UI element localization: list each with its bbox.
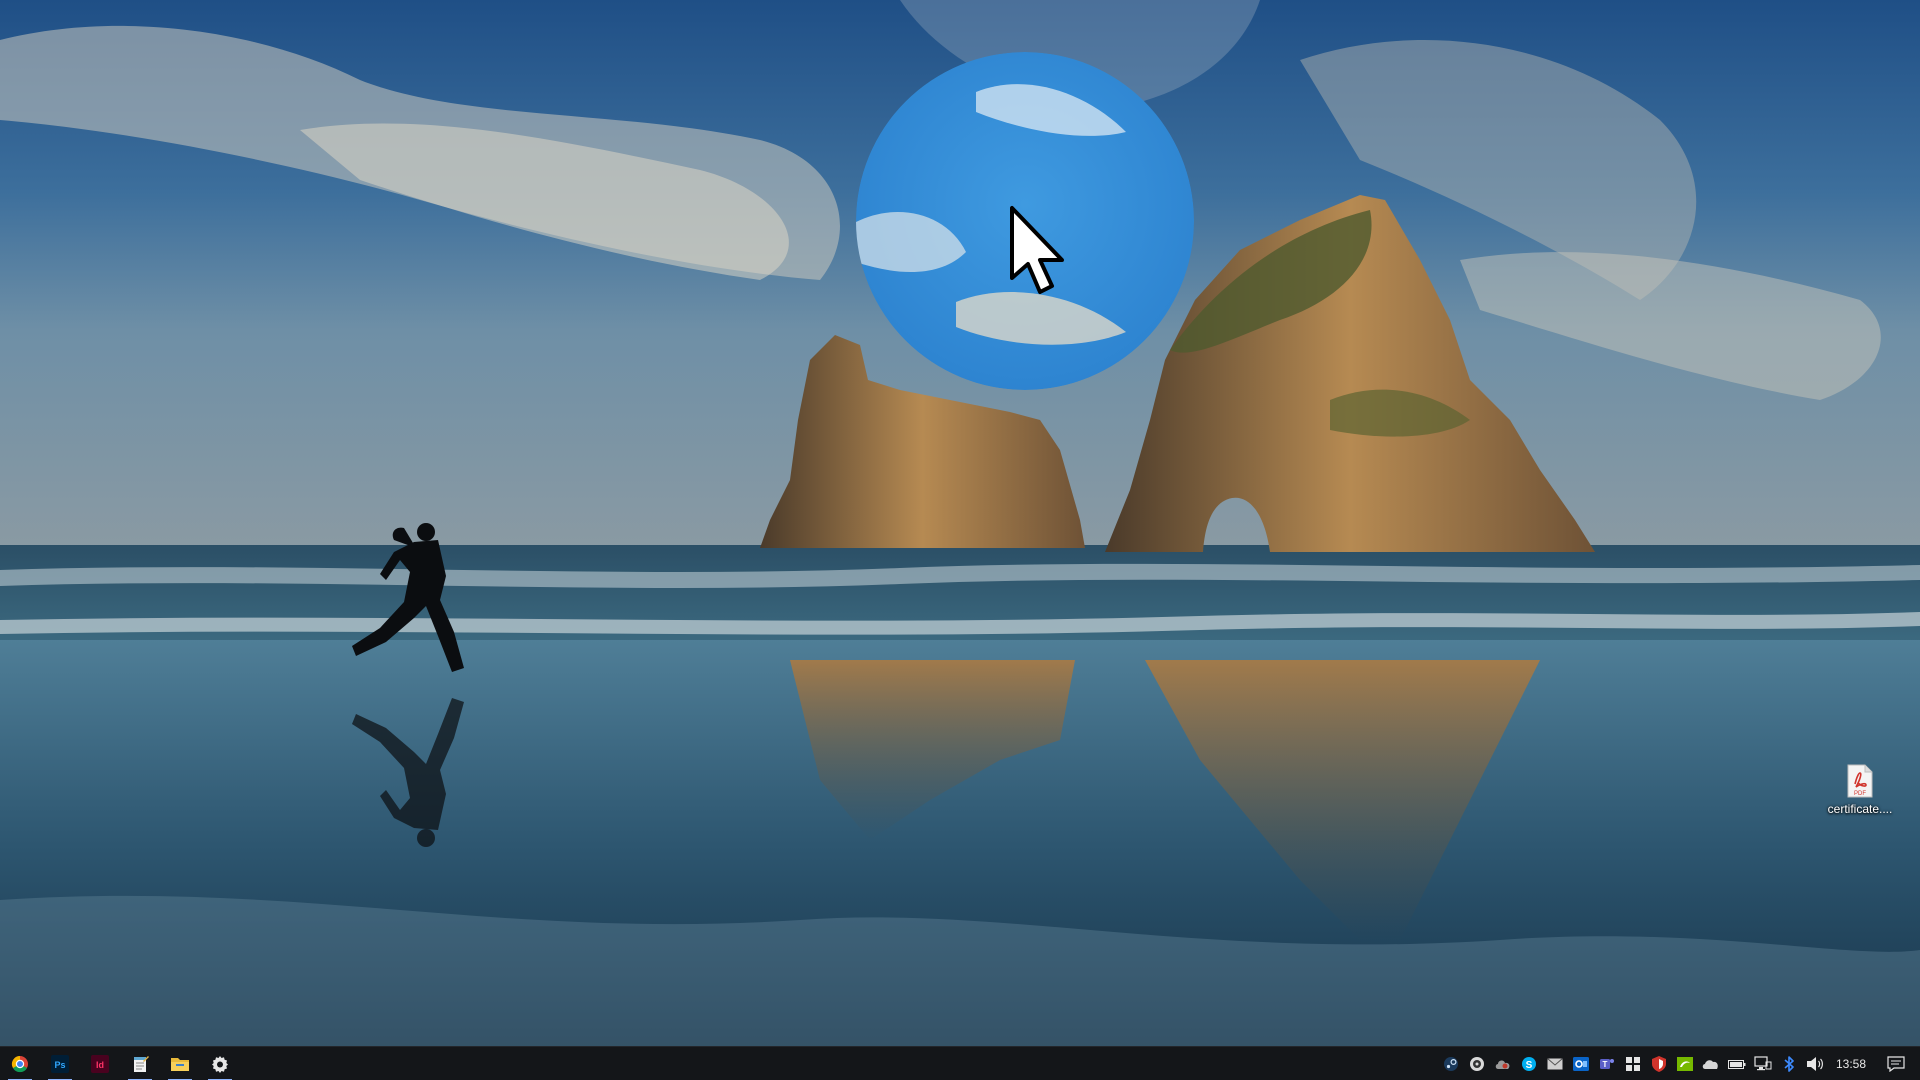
taskbar-settings[interactable]	[200, 1047, 240, 1080]
tray-mail[interactable]	[1542, 1047, 1568, 1080]
tray-steam[interactable]	[1438, 1047, 1464, 1080]
action-center-icon	[1887, 1056, 1905, 1072]
chrome-icon	[11, 1055, 28, 1073]
tray-outlook[interactable]	[1568, 1047, 1594, 1080]
taskbar-chrome[interactable]	[0, 1047, 40, 1080]
taskbar: Ps Id S T 13:58	[0, 1046, 1920, 1080]
pdf-badge: PDF	[1854, 791, 1866, 797]
tray-skype[interactable]: S	[1516, 1047, 1542, 1080]
network-icon	[1754, 1056, 1772, 1071]
tray-antivirus[interactable]	[1646, 1047, 1672, 1080]
arrow-pointer-icon	[1010, 206, 1064, 294]
tray-bluetooth[interactable]	[1776, 1047, 1802, 1080]
cloud-sync-icon	[1495, 1060, 1510, 1069]
gear-icon	[212, 1056, 228, 1073]
antivirus-icon	[1651, 1056, 1666, 1072]
notepad-icon	[134, 1056, 149, 1072]
pdf-file-icon: PDF	[1847, 764, 1873, 798]
desktop[interactable]: PDF certificate.... Ps Id S T 13:58	[0, 0, 1920, 1080]
tray-teams[interactable]: T	[1594, 1047, 1620, 1080]
photoshop-icon: Ps	[51, 1055, 69, 1073]
indesign-glyph: Id	[96, 1060, 104, 1070]
volume-icon	[1806, 1057, 1823, 1071]
taskbar-clock[interactable]: 13:58	[1828, 1047, 1878, 1080]
action-center-button[interactable]	[1878, 1047, 1914, 1080]
onedrive-icon	[1702, 1060, 1718, 1069]
svg-text:S: S	[1526, 1060, 1533, 1071]
indesign-icon: Id	[91, 1055, 109, 1073]
tray-cloud-sync[interactable]	[1490, 1047, 1516, 1080]
taskbar-indesign[interactable]: Id	[80, 1047, 120, 1080]
security-shield-icon	[1625, 1057, 1640, 1071]
taskbar-pinned-apps: Ps Id	[0, 1047, 240, 1080]
skype-icon: S	[1521, 1057, 1536, 1071]
tray-volume[interactable]	[1802, 1047, 1828, 1080]
teams-icon: T	[1599, 1059, 1614, 1069]
system-tray: S T 13:58	[1438, 1047, 1920, 1080]
desktop-icon-certificate-pdf[interactable]: PDF certificate....	[1812, 764, 1908, 836]
bluetooth-icon	[1784, 1056, 1794, 1072]
tray-obs[interactable]	[1464, 1047, 1490, 1080]
tray-nvidia[interactable]	[1672, 1047, 1698, 1080]
steam-icon	[1443, 1057, 1458, 1071]
folder-icon	[171, 1058, 189, 1071]
outlook-icon	[1572, 1057, 1589, 1071]
taskbar-notepad[interactable]	[120, 1047, 160, 1080]
svg-text:T: T	[1603, 1060, 1608, 1069]
tray-security[interactable]	[1620, 1047, 1646, 1080]
tray-battery[interactable]	[1724, 1047, 1750, 1080]
battery-icon	[1727, 1060, 1746, 1069]
photoshop-glyph: Ps	[54, 1060, 65, 1070]
obs-icon	[1469, 1057, 1484, 1071]
nvidia-icon	[1676, 1057, 1693, 1071]
desktop-icon-label: certificate....	[1827, 802, 1893, 816]
taskbar-photoshop[interactable]: Ps	[40, 1047, 80, 1080]
taskbar-file-explorer[interactable]	[160, 1047, 200, 1080]
tray-network[interactable]	[1750, 1047, 1776, 1080]
tray-onedrive[interactable]	[1698, 1047, 1724, 1080]
mail-icon	[1547, 1058, 1563, 1070]
